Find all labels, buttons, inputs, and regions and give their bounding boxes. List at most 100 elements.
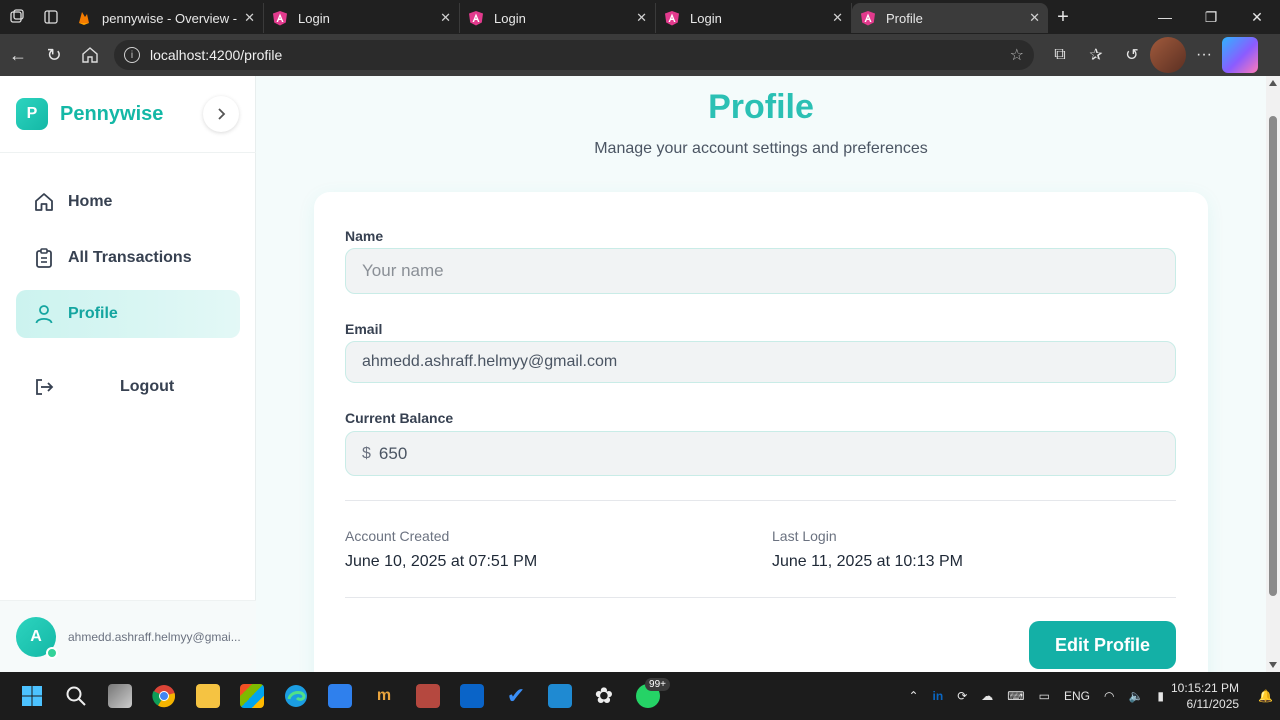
sidebar-item-profile[interactable]: Profile bbox=[16, 290, 240, 338]
volume-icon[interactable]: 🔈 bbox=[1128, 689, 1143, 703]
sidebar-item-label: Home bbox=[68, 193, 113, 210]
logout-button[interactable]: Logout bbox=[16, 363, 240, 411]
brand[interactable]: P Pennywise bbox=[16, 98, 163, 130]
collapse-sidebar-button[interactable] bbox=[203, 96, 239, 132]
clock[interactable]: 10:15:21 PM 6/11/2025 bbox=[1171, 680, 1239, 712]
notifications-icon[interactable]: 🔔 bbox=[1258, 689, 1273, 703]
new-tab-button[interactable]: + bbox=[1048, 6, 1078, 29]
minimize-icon[interactable]: — bbox=[1142, 0, 1188, 34]
tab-actions-icon[interactable] bbox=[34, 0, 68, 34]
sidebar-item-home[interactable]: Home bbox=[16, 178, 240, 226]
language-indicator[interactable]: ENG bbox=[1064, 689, 1090, 703]
home-browser-icon[interactable] bbox=[72, 37, 108, 73]
close-window-icon[interactable]: ✕ bbox=[1234, 0, 1280, 34]
scroll-down-arrow[interactable] bbox=[1269, 662, 1277, 668]
history-icon[interactable]: ↺ bbox=[1114, 37, 1150, 73]
close-icon[interactable]: ✕ bbox=[832, 10, 843, 26]
archive-icon bbox=[416, 684, 440, 708]
url-text: localhost:4200/profile bbox=[150, 47, 283, 63]
avatar-initial: A bbox=[30, 627, 42, 645]
browser-tab-5-active[interactable]: Profile ✕ bbox=[852, 3, 1048, 33]
last-login-label: Last Login bbox=[772, 528, 837, 544]
avatar: A bbox=[16, 616, 58, 659]
more-menu-icon[interactable]: ··· bbox=[1186, 37, 1222, 73]
mail-app[interactable] bbox=[318, 674, 362, 718]
chrome-app[interactable] bbox=[142, 674, 186, 718]
restore-icon[interactable]: ❐ bbox=[1188, 0, 1234, 34]
page-viewport: P Pennywise Home All Transactions Profil… bbox=[0, 76, 1266, 672]
scroll-thumb[interactable] bbox=[1269, 116, 1277, 596]
app-icon: m bbox=[376, 687, 392, 704]
workspaces-icon[interactable] bbox=[0, 0, 34, 34]
sidebar-item-label: Profile bbox=[68, 305, 118, 322]
vscode-app[interactable] bbox=[538, 674, 582, 718]
favorites-icon[interactable]: ✰ bbox=[1078, 37, 1114, 73]
user-info[interactable]: A ahmedd.ashraff.helmyy@gmai... bbox=[0, 600, 256, 672]
edit-profile-button[interactable]: Edit Profile bbox=[1029, 621, 1176, 669]
profile-avatar-icon[interactable] bbox=[1150, 37, 1186, 73]
chevron-up-icon[interactable]: ⌃ bbox=[908, 689, 918, 703]
extensions-icon[interactable]: ⧉ bbox=[1042, 37, 1078, 73]
close-icon[interactable]: ✕ bbox=[440, 10, 451, 26]
chatgpt-app[interactable]: ✿ bbox=[582, 674, 626, 718]
favorite-star-icon[interactable]: ☆ bbox=[1010, 45, 1024, 65]
sidebar-item-transactions[interactable]: All Transactions bbox=[16, 234, 240, 282]
angular-icon bbox=[665, 11, 679, 26]
balance-field[interactable]: $ 650 bbox=[345, 431, 1176, 476]
file-explorer-app[interactable] bbox=[186, 674, 230, 718]
winrar-app[interactable] bbox=[406, 674, 450, 718]
whatsapp-app[interactable]: 99+ bbox=[626, 674, 670, 718]
task-view-button[interactable] bbox=[98, 674, 142, 718]
balance-label: Current Balance bbox=[345, 410, 454, 426]
brand-logo: P bbox=[16, 98, 48, 130]
folder-icon bbox=[196, 684, 220, 708]
copilot-icon[interactable] bbox=[1222, 37, 1258, 73]
wifi-icon[interactable]: ◠ bbox=[1104, 689, 1114, 703]
site-info-icon[interactable]: i bbox=[124, 47, 140, 63]
linkedin-icon[interactable]: in bbox=[933, 689, 944, 703]
windows-icon bbox=[22, 686, 42, 706]
user-email: ahmedd.ashraff.helmyy@gmai... bbox=[68, 629, 240, 644]
display-icon[interactable]: ▭ bbox=[1039, 689, 1050, 703]
tab-title: Login bbox=[494, 10, 526, 26]
system-tray: ⌃ in ⟳ ☁ ⌨ ▭ ENG ◠ 🔈 ▮ 10:15:21 PM 6/11/… bbox=[901, 672, 1280, 720]
account-created-label: Account Created bbox=[345, 528, 450, 544]
close-icon[interactable]: ✕ bbox=[636, 10, 647, 26]
sidebar: P Pennywise Home All Transactions Profil… bbox=[0, 76, 256, 672]
name-input[interactable]: Your name bbox=[345, 248, 1176, 294]
store-app[interactable] bbox=[230, 674, 274, 718]
scroll-up-arrow[interactable] bbox=[1269, 80, 1277, 86]
url-input[interactable]: i localhost:4200/profile ☆ bbox=[114, 40, 1034, 70]
chevron-right-icon bbox=[218, 108, 226, 120]
name-label: Name bbox=[345, 228, 384, 244]
user-icon bbox=[32, 302, 56, 326]
battery-icon[interactable]: ▮ bbox=[1157, 689, 1164, 703]
search-button[interactable] bbox=[54, 674, 98, 718]
close-icon[interactable]: ✕ bbox=[244, 10, 255, 26]
todo-app[interactable]: ✔ bbox=[494, 674, 538, 718]
close-icon[interactable]: ✕ bbox=[1029, 10, 1040, 26]
back-icon[interactable]: ← bbox=[0, 37, 36, 73]
start-button[interactable] bbox=[10, 674, 54, 718]
page-title: Profile bbox=[708, 88, 814, 126]
outlook-app[interactable] bbox=[450, 674, 494, 718]
windows-taskbar: m ✔ ✿ 99+ ⌃ in ⟳ ☁ ⌨ ▭ ENG ◠ 🔈 ▮ 10:15:2… bbox=[0, 672, 1280, 720]
page-scrollbar[interactable] bbox=[1266, 76, 1280, 672]
angular-icon bbox=[469, 11, 483, 26]
tab-title: Login bbox=[298, 10, 330, 26]
chrome-icon bbox=[152, 685, 176, 708]
browser-tab-1[interactable]: pennywise - Overview - Fi ✕ bbox=[68, 3, 264, 33]
edge-app[interactable] bbox=[274, 674, 318, 718]
sidebar-item-label: All Transactions bbox=[68, 249, 192, 266]
task-view-icon bbox=[108, 684, 132, 708]
browser-tab-4[interactable]: Login ✕ bbox=[656, 3, 852, 33]
email-field[interactable]: ahmedd.ashraff.helmyy@gmail.com bbox=[345, 341, 1176, 383]
mongodb-app[interactable]: m bbox=[362, 674, 406, 718]
sync-icon[interactable]: ⟳ bbox=[957, 689, 967, 703]
cloud-icon[interactable]: ☁ bbox=[981, 689, 993, 703]
keyboard-icon[interactable]: ⌨ bbox=[1007, 689, 1024, 703]
browser-tab-3[interactable]: Login ✕ bbox=[460, 3, 656, 33]
browser-tab-2[interactable]: Login ✕ bbox=[264, 3, 460, 33]
refresh-icon[interactable]: ↻ bbox=[36, 37, 72, 73]
tab-title: pennywise - Overview - Fi bbox=[102, 10, 239, 26]
